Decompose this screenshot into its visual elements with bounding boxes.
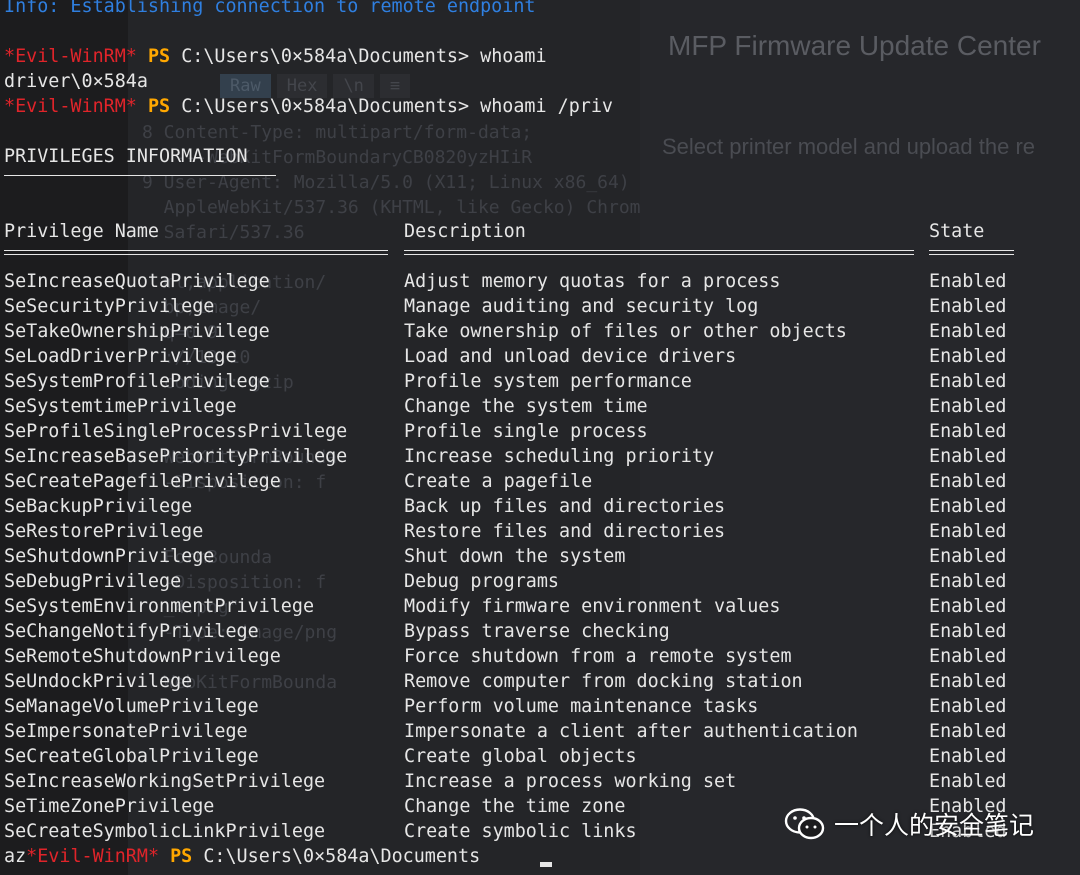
- privilege-description: Perform volume maintenance tasks: [404, 696, 759, 717]
- privilege-state: Enabled: [929, 296, 1007, 317]
- prompt-ps: PS: [147, 46, 171, 67]
- privilege-description: Modify firmware environment values: [404, 596, 781, 617]
- section-header: PRIVILEGES INFORMATION: [4, 146, 248, 167]
- terminal-window[interactable]: Info: Establishing connection to remote …: [0, 0, 1080, 875]
- privilege-description: Create a pagefile: [404, 471, 593, 492]
- prompt-name: *Evil-WinRM*: [4, 96, 137, 117]
- privilege-state: Enabled: [929, 396, 1007, 417]
- privilege-name: SeTimeZonePrivilege: [4, 796, 215, 817]
- privilege-state: Enabled: [929, 521, 1007, 542]
- privilege-name: SeSystemEnvironmentPrivilege: [4, 596, 315, 617]
- privilege-description: Change the time zone: [404, 796, 626, 817]
- privilege-description: Take ownership of files or other objects: [404, 321, 847, 342]
- privilege-name: SeManageVolumePrivilege: [4, 696, 259, 717]
- privilege-state: Enabled: [929, 696, 1007, 717]
- privilege-description: Shut down the system: [404, 546, 626, 567]
- privilege-name: SeIncreaseQuotaPrivilege: [4, 271, 270, 292]
- privilege-state: Enabled: [929, 746, 1007, 767]
- privilege-description: Remove computer from docking station: [404, 671, 803, 692]
- privilege-name: SeImpersonatePrivilege: [4, 721, 248, 742]
- command-output: driver\0×584a: [4, 71, 148, 92]
- privilege-name: SeUndockPrivilege: [4, 671, 193, 692]
- privilege-name: SeBackupPrivilege: [4, 496, 193, 517]
- privilege-state: Enabled: [929, 621, 1007, 642]
- privilege-name: SeRemoteShutdownPrivilege: [4, 646, 281, 667]
- privilege-name: SeSecurityPrivilege: [4, 296, 215, 317]
- privilege-state: Enabled: [929, 671, 1007, 692]
- column-header-description: Description: [404, 221, 526, 242]
- privilege-state: Enabled: [929, 271, 1007, 292]
- section-header-underline: [4, 175, 276, 176]
- privilege-state: Enabled: [929, 571, 1007, 592]
- info-line: Info: Establishing connection to remote …: [4, 0, 536, 17]
- privilege-description: Restore files and directories: [404, 521, 726, 542]
- privilege-name: SeTakeOwnershipPrivilege: [4, 321, 270, 342]
- privilege-state: Enabled: [929, 371, 1007, 392]
- privilege-name: SeIncreaseBasePriorityPrivilege: [4, 446, 348, 467]
- privilege-state: Enabled: [929, 721, 1007, 742]
- privilege-state: Enabled: [929, 471, 1007, 492]
- prompt-line-1: *Evil-WinRM* PS C:\Users\0×584a\Document…: [4, 44, 547, 69]
- privilege-state: Enabled: [929, 496, 1007, 517]
- privilege-name: SeSystemtimePrivilege: [4, 396, 237, 417]
- privilege-name: SeCreateGlobalPrivilege: [4, 746, 259, 767]
- privilege-state: Enabled: [929, 771, 1007, 792]
- privilege-state: Enabled: [929, 421, 1007, 442]
- prompt-path: C:\Users\0×584a\Documents>: [181, 46, 470, 67]
- privilege-state: Enabled: [929, 321, 1007, 342]
- privilege-description: Manage auditing and security log: [404, 296, 759, 317]
- column-divider-state: [929, 250, 1014, 255]
- column-divider-name: [4, 250, 388, 255]
- terminal-cursor: [540, 862, 552, 867]
- privilege-name: SeCreatePagefilePrivilege: [4, 471, 281, 492]
- privilege-state: Enabled: [929, 446, 1007, 467]
- prompt-path: C:\Users\0×584a\Documents>: [181, 96, 470, 117]
- privilege-description: Change the system time: [404, 396, 648, 417]
- prompt-ps: PS: [170, 846, 193, 867]
- typed-prefix: az: [4, 846, 27, 867]
- privilege-description: Bypass traverse checking: [404, 621, 670, 642]
- command-text: whoami /priv: [480, 96, 614, 117]
- prompt-name: *Evil-WinRM*: [4, 46, 137, 67]
- privilege-description: Profile single process: [404, 421, 648, 442]
- privilege-name: SeIncreaseWorkingSetPrivilege: [4, 771, 326, 792]
- privilege-name: SeChangeNotifyPrivilege: [4, 621, 259, 642]
- privilege-description: Impersonate a client after authenticatio…: [404, 721, 858, 742]
- privilege-description: Increase scheduling priority: [404, 446, 715, 467]
- privilege-description: Create global objects: [404, 746, 637, 767]
- prompt-path: C:\Users\0×584a\Documents: [203, 846, 481, 867]
- privilege-description: Force shutdown from a remote system: [404, 646, 792, 667]
- privilege-name: SeDebugPrivilege: [4, 571, 182, 592]
- privilege-name: SeSystemProfilePrivilege: [4, 371, 270, 392]
- privilege-description: Back up files and directories: [404, 496, 726, 517]
- prompt-line-final: az*Evil-WinRM* PS C:\Users\0×584a\Docume…: [4, 844, 480, 869]
- prompt-name: *Evil-WinRM*: [26, 846, 160, 867]
- privilege-state: Enabled: [929, 596, 1007, 617]
- column-header-name: Privilege Name: [4, 221, 160, 242]
- privilege-description: Create symbolic links: [404, 821, 637, 842]
- column-header-state: State: [929, 221, 985, 242]
- prompt-line-2: *Evil-WinRM* PS C:\Users\0×584a\Document…: [4, 94, 613, 119]
- privilege-state: Enabled: [929, 346, 1007, 367]
- wechat-icon: [784, 807, 826, 841]
- privilege-state: Enabled: [929, 546, 1007, 567]
- privilege-name: SeCreateSymbolicLinkPrivilege: [4, 821, 326, 842]
- privilege-description: Profile system performance: [404, 371, 692, 392]
- privilege-name: SeProfileSingleProcessPrivilege: [4, 421, 348, 442]
- privilege-description: Load and unload device drivers: [404, 346, 737, 367]
- privilege-name: SeRestorePrivilege: [4, 521, 204, 542]
- prompt-ps: PS: [147, 96, 171, 117]
- watermark-text: 一个人的安全笔记: [834, 811, 1035, 840]
- privilege-name: SeLoadDriverPrivilege: [4, 346, 237, 367]
- privilege-description: Increase a process working set: [404, 771, 737, 792]
- privilege-name: SeShutdownPrivilege: [4, 546, 215, 567]
- watermark: 一个人的安全笔记: [784, 806, 1034, 842]
- privilege-description: Adjust memory quotas for a process: [404, 271, 781, 292]
- command-text: whoami: [480, 46, 547, 67]
- column-divider-description: [404, 250, 914, 255]
- privilege-state: Enabled: [929, 646, 1007, 667]
- privilege-description: Debug programs: [404, 571, 560, 592]
